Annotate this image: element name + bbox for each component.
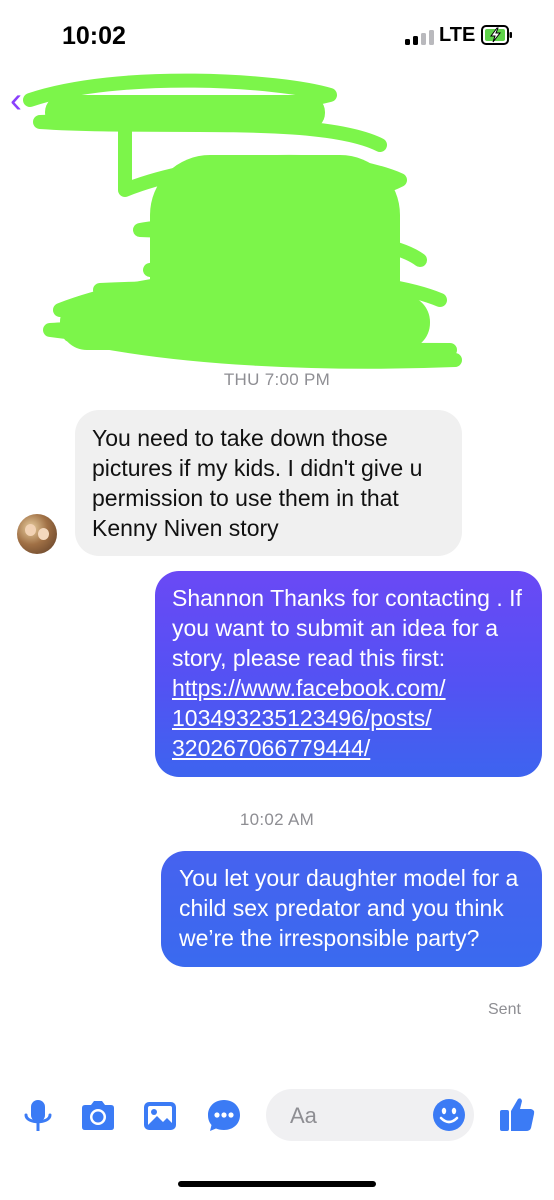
message-link[interactable]: 103493235123496/posts/	[172, 703, 526, 733]
message-link[interactable]: https://www.facebook.com/	[172, 673, 526, 703]
outgoing-message-bubble[interactable]: Shannon Thanks for contacting . If you w…	[155, 571, 542, 777]
redaction-scribble	[23, 73, 462, 369]
contact-avatar[interactable]	[17, 514, 57, 554]
message-link[interactable]: 320267066779444/	[172, 733, 526, 763]
home-indicator	[178, 1181, 376, 1187]
incoming-message-bubble[interactable]: You need to take down those pictures if …	[75, 410, 462, 556]
delivery-status: Sent	[488, 1001, 521, 1018]
timestamp: THU 7:00 PM	[223, 370, 331, 389]
network-type: LTE	[439, 24, 476, 46]
message-text: Shannon Thanks for contacting . If you w…	[172, 585, 522, 671]
camera-icon[interactable]	[78, 1096, 118, 1136]
timestamp: 10:02 AM	[239, 810, 315, 829]
thumbs-up-icon[interactable]	[497, 1094, 537, 1134]
status-time: 10:02	[62, 22, 126, 50]
microphone-icon[interactable]	[18, 1096, 58, 1136]
signal-icon	[405, 29, 435, 45]
emoji-icon[interactable]	[432, 1098, 466, 1132]
battery-charging-icon	[481, 25, 512, 45]
gallery-icon[interactable]	[140, 1096, 180, 1136]
outgoing-message-bubble[interactable]: You let your daughter model for a child …	[161, 851, 542, 967]
message-input[interactable]	[288, 1101, 432, 1131]
more-icon[interactable]	[204, 1096, 244, 1136]
